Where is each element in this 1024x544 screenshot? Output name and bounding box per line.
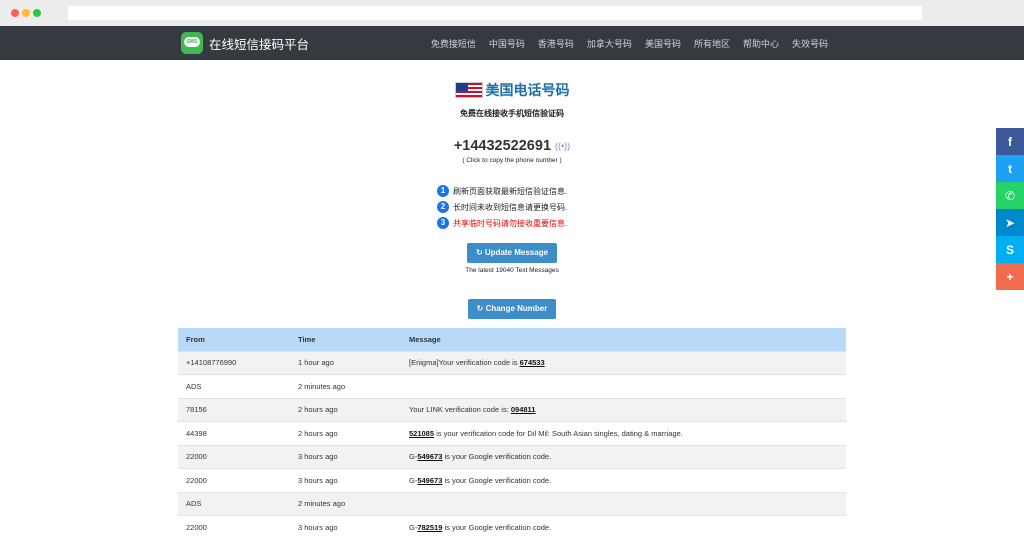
cell-time: 1 hour ago [290, 350, 401, 375]
whatsapp-icon[interactable]: ✆ [996, 182, 1024, 209]
twitter-icon[interactable]: t [996, 155, 1024, 182]
title-row: 美国电话号码 [0, 80, 1024, 100]
cell-time: 3 hours ago [290, 468, 401, 492]
us-flag-icon [454, 82, 483, 98]
cell-from: +14108776990 [178, 350, 290, 375]
notice-list: 1 刷新页面获取最新短信验证信息. 2 长时间未收到短信息请更换号码. 3 共享… [437, 183, 587, 231]
message-text: [Enigma]Your verification code is [409, 358, 520, 368]
signal-icon: ((•)) [555, 141, 571, 151]
verification-code[interactable]: 549673 [417, 452, 442, 461]
notice-text: 刷新页面获取最新短信验证信息. [453, 186, 568, 196]
cell-message: 521085 is your verification code for Dil… [401, 421, 846, 445]
share-bar: f t ✆ ➤ S + [996, 128, 1024, 290]
cell-message: G-782519 is your Google verification cod… [401, 515, 846, 539]
facebook-icon[interactable]: f [996, 128, 1024, 155]
cell-time: 2 minutes ago [290, 491, 401, 516]
number-2-icon: 2 [437, 201, 449, 213]
cell-message [401, 374, 846, 398]
copy-hint: ( Click to copy the phone number ) [462, 157, 562, 164]
nav-usa-numbers[interactable]: 美国号码 [645, 37, 681, 50]
minimize-window-button[interactable] [22, 9, 30, 17]
notice-text: 长时间未收到短信息请更换号码. [453, 202, 568, 212]
notice-item-warning: 3 共享临时号码请勿接收重要信息. [437, 215, 587, 231]
message-text: is your Google verification code. [442, 452, 552, 462]
messages-table: From Time Message +14108776990 1 hour ago… [178, 328, 846, 539]
cell-from: ADS [178, 374, 290, 398]
main-content: 美国电话号码 免费在线接收手机短信验证码 +14432522691 ((•)) … [0, 80, 1024, 319]
cell-time: 2 minutes ago [290, 374, 401, 398]
nav-canada-numbers[interactable]: 加拿大号码 [587, 37, 632, 50]
cell-time: 3 hours ago [290, 515, 401, 539]
nav-all-regions[interactable]: 所有地区 [694, 37, 730, 50]
nav-china-numbers[interactable]: 中国号码 [489, 37, 525, 50]
message-text: Your LINK verification code is: [409, 405, 511, 415]
cell-time: 2 hours ago [290, 421, 401, 445]
notice-text: 共享临时号码请勿接收重要信息. [453, 218, 568, 228]
message-text: is your Google verification code. [442, 475, 552, 485]
table-row: +14108776990 1 hour ago [Enigma]Your verif… [178, 350, 846, 375]
nav-menu: 免费接短信 中国号码 香港号码 加拿大号码 美国号码 所有地区 帮助中心 失效号… [418, 26, 828, 60]
top-navbar: SMS 在线短信接码平台 免费接短信 中国号码 香港号码 加拿大号码 美国号码 … [0, 26, 1024, 60]
phone-number[interactable]: +14432522691 [454, 138, 551, 154]
browser-chrome [0, 0, 1024, 26]
latest-count: The latest 19040 Text Messages [465, 267, 559, 274]
header-from: From [178, 328, 290, 351]
cell-message: [Enigma]Your verification code is 674533 [401, 350, 846, 375]
logo-text: SMS [184, 37, 200, 47]
cell-message: G-549673 is your Google verification cod… [401, 468, 846, 492]
table-row: 22000 3 hours ago G-549673 is your Google … [178, 468, 846, 492]
phone-row: +14432522691 ((•)) [0, 138, 1024, 154]
verification-code[interactable]: 521085 [409, 429, 434, 438]
message-text: is your verification code for Dil Mil: S… [434, 428, 683, 438]
page-subtitle: 免费在线接收手机短信验证码 [460, 109, 564, 118]
table-row: 22000 3 hours ago G-549673 is your Google … [178, 444, 846, 469]
nav-hongkong-numbers[interactable]: 香港号码 [538, 37, 574, 50]
cell-from: 22000 [178, 515, 290, 539]
header-time: Time [290, 328, 401, 351]
verification-code[interactable]: 674533 [520, 358, 545, 367]
table-header-row: From Time Message [178, 328, 846, 351]
maximize-window-button[interactable] [33, 9, 41, 17]
message-text: is your Google verification code. [442, 523, 552, 532]
brand-name: 在线短信接码平台 [209, 37, 310, 52]
page-title: 美国电话号码 [485, 82, 570, 98]
telegram-icon[interactable]: ➤ [996, 209, 1024, 236]
verification-code[interactable]: 094811 [511, 405, 536, 414]
skype-icon[interactable]: S [996, 236, 1024, 263]
table-row: 44398 2 hours ago 521085 is your verificat… [178, 421, 846, 445]
update-message-button[interactable]: ↻ Update Message [466, 243, 558, 263]
cell-time: 3 hours ago [290, 444, 401, 469]
table-row: ADS 2 minutes ago [178, 491, 846, 516]
notice-item: 2 长时间未收到短信息请更换号码. [437, 199, 587, 215]
notice-item: 1 刷新页面获取最新短信验证信息. [437, 183, 587, 199]
change-number-button[interactable]: ↻ Change Number [467, 299, 557, 319]
cell-message: Your LINK verification code is: 094811 [401, 397, 846, 422]
number-1-icon: 1 [437, 185, 449, 197]
nav-free-sms[interactable]: 免费接短信 [431, 37, 476, 50]
nav-expired-numbers[interactable]: 失效号码 [792, 37, 828, 50]
cell-from: 78156 [178, 397, 290, 422]
address-bar[interactable] [68, 6, 922, 20]
nav-help-center[interactable]: 帮助中心 [743, 37, 779, 50]
sms-logo-icon: SMS [181, 32, 203, 54]
close-window-button[interactable] [11, 9, 19, 17]
table-row: 78156 2 hours ago Your LINK verification c… [178, 397, 846, 422]
cell-from: 44398 [178, 421, 290, 445]
cell-message: G-549673 is your Google verification cod… [401, 444, 846, 469]
cell-time: 2 hours ago [290, 397, 401, 422]
verification-code[interactable]: 782519 [417, 523, 442, 532]
cell-from: 22000 [178, 444, 290, 469]
cell-message [401, 491, 846, 516]
number-3-icon: 3 [437, 217, 449, 229]
more-share-icon[interactable]: + [996, 263, 1024, 290]
table-row: ADS 2 minutes ago [178, 374, 846, 398]
verification-code[interactable]: 549673 [417, 476, 442, 485]
table-row: 22000 3 hours ago G-782519 is your Google … [178, 515, 846, 539]
header-message: Message [401, 328, 846, 351]
cell-from: 22000 [178, 468, 290, 492]
cell-from: ADS [178, 491, 290, 516]
brand-link[interactable]: SMS 在线短信接码平台 [181, 32, 309, 54]
page-viewport: SMS 在线短信接码平台 免费接短信 中国号码 香港号码 加拿大号码 美国号码 … [0, 26, 1024, 544]
